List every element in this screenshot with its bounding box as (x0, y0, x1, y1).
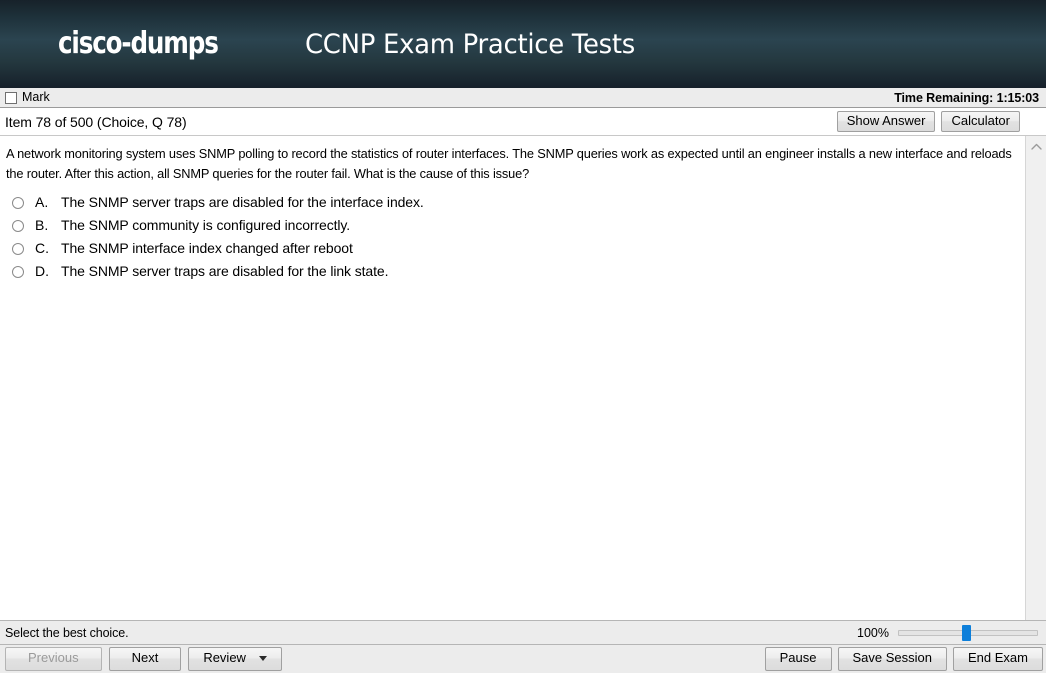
content-scrollbar[interactable] (1025, 136, 1046, 620)
answer-radio-button[interactable] (12, 196, 24, 209)
review-label: Review (203, 650, 246, 666)
exam-title: CCNP Exam Practice Tests (304, 28, 635, 60)
question-content-area: A network monitoring system uses SNMP po… (0, 136, 1025, 620)
question-stem: A network monitoring system uses SNMP po… (6, 146, 1012, 181)
answer-option-letter: C. (35, 239, 49, 256)
zoom-slider[interactable] (898, 624, 1038, 641)
mark-checkbox[interactable] (5, 91, 17, 104)
item-counter-label: Item 78 of 500 (Choice, Q 78) (5, 113, 187, 130)
mark-checkbox-group[interactable]: Mark (5, 91, 50, 104)
save-session-button[interactable]: Save Session (837, 647, 948, 671)
end-exam-button[interactable]: End Exam (953, 647, 1043, 671)
answer-option[interactable]: D. The SNMP server traps are disabled for… (6, 263, 1015, 281)
app-banner: cisco-dumps CCNP Exam Practice Tests (0, 0, 1046, 88)
mark-label: Mark (22, 90, 50, 105)
status-message: Select the best choice. (5, 625, 129, 640)
answer-option-letter: B. (35, 216, 49, 233)
answer-option-text: The SNMP community is configured incorre… (61, 216, 351, 233)
next-button[interactable]: Next (108, 647, 182, 671)
calculator-button[interactable]: Calculator (941, 110, 1020, 133)
bottom-navigation-bar: Previous Next Review Pause Save Session … (0, 645, 1046, 673)
mark-bar: Mark Time Remaining: 1:15:03 (0, 88, 1046, 108)
answer-option[interactable]: B. The SNMP community is configured incor… (6, 217, 1015, 235)
item-header-actions: Show Answer Calculator (836, 110, 1046, 133)
zoom-slider-thumb[interactable] (962, 624, 971, 641)
scroll-up-icon[interactable] (1026, 138, 1046, 154)
pause-button[interactable]: Pause (764, 647, 832, 671)
answer-option-text: The SNMP server traps are disabled for t… (61, 262, 389, 279)
cisco-dumps-logo: cisco-dumps (58, 26, 219, 61)
time-remaining: Time Remaining: 1:15:03 (894, 90, 1039, 105)
zoom-percent-label: 100% (857, 625, 889, 640)
answer-option[interactable]: C. The SNMP interface index changed after… (6, 240, 1015, 258)
previous-button[interactable]: Previous (5, 647, 102, 671)
answer-radio-button[interactable] (12, 219, 24, 232)
status-bar: Select the best choice. 100% (0, 620, 1046, 645)
zoom-control-group: 100% (857, 624, 1038, 641)
answer-option-letter: D. (35, 262, 49, 279)
answer-option[interactable]: A. The SNMP server traps are disabled for… (6, 194, 1015, 212)
show-answer-button[interactable]: Show Answer (836, 110, 936, 133)
exam-application-window: cisco-dumps CCNP Exam Practice Tests Mar… (0, 0, 1046, 673)
answer-radio-button[interactable] (12, 265, 24, 278)
navbar-right-actions: Pause Save Session End Exam (764, 647, 1043, 671)
review-dropdown-button[interactable]: Review (188, 647, 282, 671)
chevron-down-icon (258, 656, 267, 661)
answer-option-text: The SNMP server traps are disabled for t… (61, 193, 424, 210)
item-header-row: Item 78 of 500 (Choice, Q 78) Show Answe… (0, 108, 1046, 136)
question-body: A network monitoring system uses SNMP po… (0, 136, 1046, 620)
answer-options-list: A. The SNMP server traps are disabled for… (6, 194, 1015, 281)
answer-radio-button[interactable] (12, 242, 24, 255)
answer-option-letter: A. (35, 193, 49, 210)
answer-option-text: The SNMP interface index changed after r… (61, 239, 353, 256)
